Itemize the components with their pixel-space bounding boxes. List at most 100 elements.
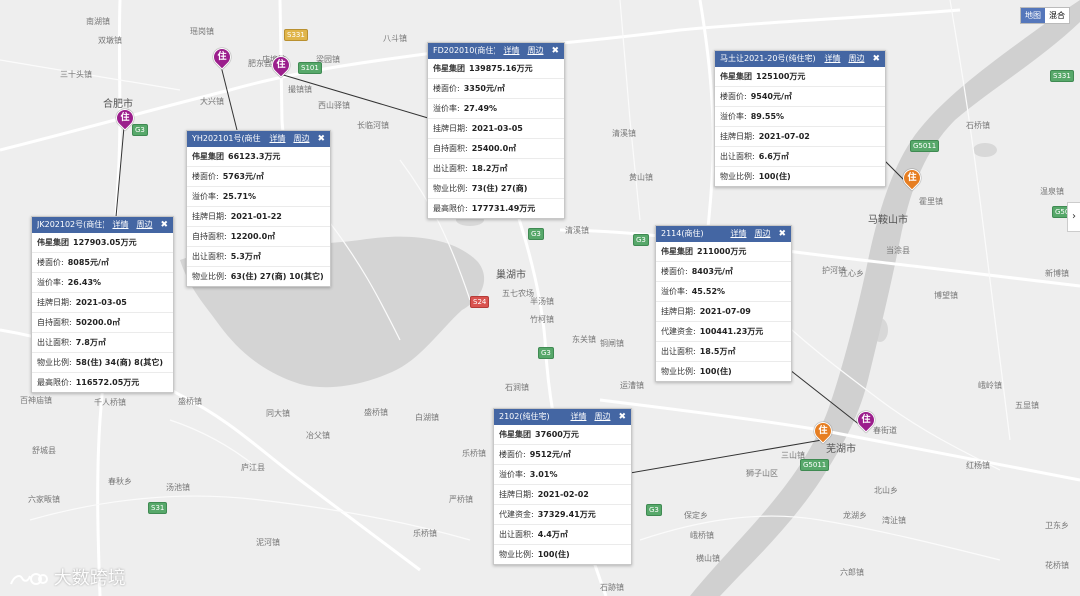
popup-row-label: 出让面积: bbox=[661, 347, 696, 356]
road-shield: G5011 bbox=[910, 140, 940, 152]
popup-title: 马土让2021-20号(纯住宅) bbox=[720, 54, 816, 63]
popup-row-label: 出让面积: bbox=[433, 164, 468, 173]
road-shield: S331 bbox=[284, 29, 308, 41]
popup-header: 2114(商住) 详情 周边 ✖ bbox=[656, 226, 791, 242]
popup-row-value: 2021-02-02 bbox=[537, 490, 589, 499]
close-icon[interactable]: ✖ bbox=[618, 409, 626, 425]
popup-row-value: 8085元/㎡ bbox=[67, 258, 109, 267]
popup-row: 最高限价: 177731.49万元 bbox=[428, 199, 564, 218]
popup-detail-link[interactable]: 详情 bbox=[503, 43, 519, 59]
map-type-hybrid[interactable]: 混合 bbox=[1045, 8, 1069, 23]
popup-fd202010: FD202010(商住) 详情 周边 ✖ 伟星集团 139875.16万元 楼面价: 3350… bbox=[427, 42, 565, 219]
popup-row: 伟星集团 211000万元 bbox=[656, 242, 791, 262]
place-label: 峨岭镇 bbox=[978, 381, 1002, 390]
popup-row-label: 自持面积: bbox=[37, 318, 72, 327]
popup-yh202101: YH202101号(商住) 详情 周边 ✖ 伟星集团 66123.3万元 楼面价: 5763元… bbox=[186, 130, 331, 287]
popup-detail-link[interactable]: 详情 bbox=[824, 51, 840, 67]
popup-around-link[interactable]: 周边 bbox=[754, 226, 770, 242]
place-label: 南湖镇 bbox=[86, 17, 110, 26]
popup-row-value: 100(住) bbox=[537, 550, 570, 559]
popup-row-label: 出让面积: bbox=[192, 252, 227, 261]
close-icon[interactable]: ✖ bbox=[551, 43, 559, 59]
popup-row-label: 挂牌日期: bbox=[433, 124, 468, 133]
place-label: 五显镇 bbox=[1015, 401, 1039, 410]
popup-row-label: 溢价率: bbox=[499, 470, 526, 479]
popup-row: 楼面价: 5763元/㎡ bbox=[187, 167, 330, 187]
popup-title: JK202102号(商住) bbox=[37, 220, 105, 229]
popup-row: 溢价率: 3.01% bbox=[494, 465, 631, 485]
popup-row: 出让面积: 18.2万㎡ bbox=[428, 159, 564, 179]
road-shield: G3 bbox=[633, 234, 649, 246]
popup-around-link[interactable]: 周边 bbox=[293, 131, 309, 147]
marker-label: 住 bbox=[907, 173, 917, 183]
popup-row-value: 58(住) 34(商) 8(其它) bbox=[75, 358, 164, 367]
popup-row-label: 挂牌日期: bbox=[37, 298, 72, 307]
popup-row: 物业比例: 100(住) bbox=[656, 362, 791, 381]
popup-detail-link[interactable]: 详情 bbox=[730, 226, 746, 242]
popup-row-value: 116572.05万元 bbox=[75, 378, 140, 387]
place-label: 百神庙镇 bbox=[20, 396, 52, 405]
popup-around-link[interactable]: 周边 bbox=[136, 217, 152, 233]
place-label: 新博镇 bbox=[1045, 269, 1069, 278]
close-icon[interactable]: ✖ bbox=[778, 226, 786, 242]
place-label: 霍里镇 bbox=[919, 197, 943, 206]
popup-row-label: 自持面积: bbox=[192, 232, 227, 241]
close-icon[interactable]: ✖ bbox=[160, 217, 168, 233]
marker-label: 住 bbox=[120, 113, 130, 123]
popup-row-value: 4.4万㎡ bbox=[537, 530, 568, 539]
place-label: 白湖镇 bbox=[415, 413, 439, 422]
popup-row: 溢价率: 25.71% bbox=[187, 187, 330, 207]
place-label: 盛桥镇 bbox=[178, 397, 202, 406]
watermark: 大数跨境 bbox=[8, 564, 126, 590]
place-label: 竹柯镇 bbox=[530, 315, 554, 324]
popup-row: 最高限价: 116572.05万元 bbox=[32, 373, 173, 392]
popup-2114: 2114(商住) 详情 周边 ✖ 伟星集团 211000万元楼面价: 8403元/㎡溢价率:… bbox=[655, 225, 792, 382]
place-label: 撮镇镇 bbox=[288, 85, 312, 94]
popup-row-value: 177731.49万元 bbox=[471, 204, 536, 213]
popup-title: 2114(商住) bbox=[661, 229, 704, 238]
popup-detail-link[interactable]: 详情 bbox=[112, 217, 128, 233]
popup-row-value: 26.43% bbox=[67, 278, 102, 287]
popup-row: 楼面价: 9540元/㎡ bbox=[715, 87, 885, 107]
place-label: 八斗镇 bbox=[383, 34, 407, 43]
popup-row: 伟星集团 125100万元 bbox=[715, 67, 885, 87]
popup-row-label: 溢价率: bbox=[661, 287, 688, 296]
popup-around-link[interactable]: 周边 bbox=[848, 51, 864, 67]
map-type-map[interactable]: 地图 bbox=[1021, 8, 1045, 23]
popup-row-label: 楼面价: bbox=[433, 84, 460, 93]
watermark-text: 大数跨境 bbox=[53, 568, 126, 589]
popup-detail-link[interactable]: 详情 bbox=[570, 409, 586, 425]
popup-row-label: 楼面价: bbox=[661, 267, 688, 276]
popup-header: 马土让2021-20号(纯住宅) 详情 周边 ✖ bbox=[715, 51, 885, 67]
place-label: 庐江县 bbox=[241, 463, 265, 472]
place-label: 盛桥镇 bbox=[364, 408, 388, 417]
road-shield: S24 bbox=[470, 296, 490, 308]
popup-row-value: 6.6万㎡ bbox=[758, 152, 789, 161]
popup-row-value: 73(住) 27(商) bbox=[471, 184, 528, 193]
popup-around-link[interactable]: 周边 bbox=[594, 409, 610, 425]
close-icon[interactable]: ✖ bbox=[317, 131, 325, 147]
popup-detail-link[interactable]: 详情 bbox=[269, 131, 285, 147]
popup-row-value: 139875.16万元 bbox=[469, 64, 533, 73]
road-shield: S31 bbox=[148, 502, 168, 514]
popup-row: 溢价率: 27.49% bbox=[428, 99, 564, 119]
place-label: 六家畈镇 bbox=[28, 495, 60, 504]
side-panel-toggle[interactable]: › bbox=[1067, 202, 1080, 232]
popup-row-value: 7.8万㎡ bbox=[75, 338, 106, 347]
popup-row-value: 100441.23万元 bbox=[699, 327, 764, 336]
place-label: 石跡镇 bbox=[600, 583, 624, 592]
popup-row-value: 8403元/㎡ bbox=[691, 267, 733, 276]
road-shield: G5011 bbox=[800, 459, 830, 471]
close-icon[interactable]: ✖ bbox=[872, 51, 880, 67]
popup-row-value: 45.52% bbox=[691, 287, 726, 296]
road-shield: S101 bbox=[298, 62, 322, 74]
marker-label: 住 bbox=[818, 426, 828, 436]
place-label: 花桥镇 bbox=[1045, 561, 1069, 570]
popup-row-value: 2021-01-22 bbox=[230, 212, 282, 221]
popup-row-value: 18.5万㎡ bbox=[699, 347, 736, 356]
popup-row-value: 37329.41万元 bbox=[537, 510, 596, 519]
popup-row-label: 最高限价: bbox=[37, 378, 72, 387]
popup-around-link[interactable]: 周边 bbox=[527, 43, 543, 59]
popup-row: 伟星集团 37600万元 bbox=[494, 425, 631, 445]
place-label: 博望镇 bbox=[934, 291, 958, 300]
